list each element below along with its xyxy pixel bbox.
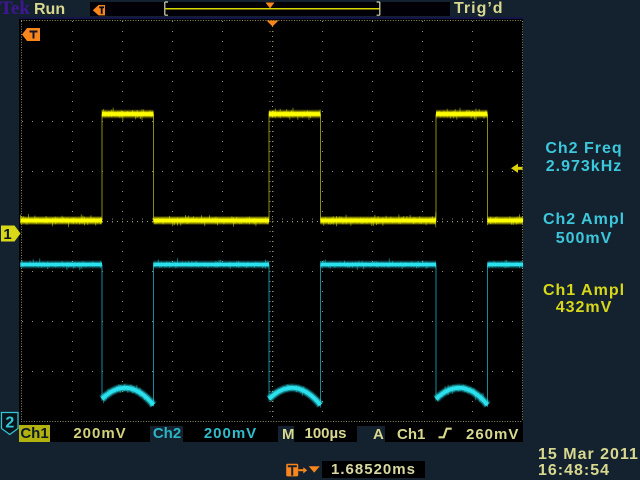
svg-text:2: 2 xyxy=(5,415,14,432)
svg-text:1: 1 xyxy=(3,226,11,243)
